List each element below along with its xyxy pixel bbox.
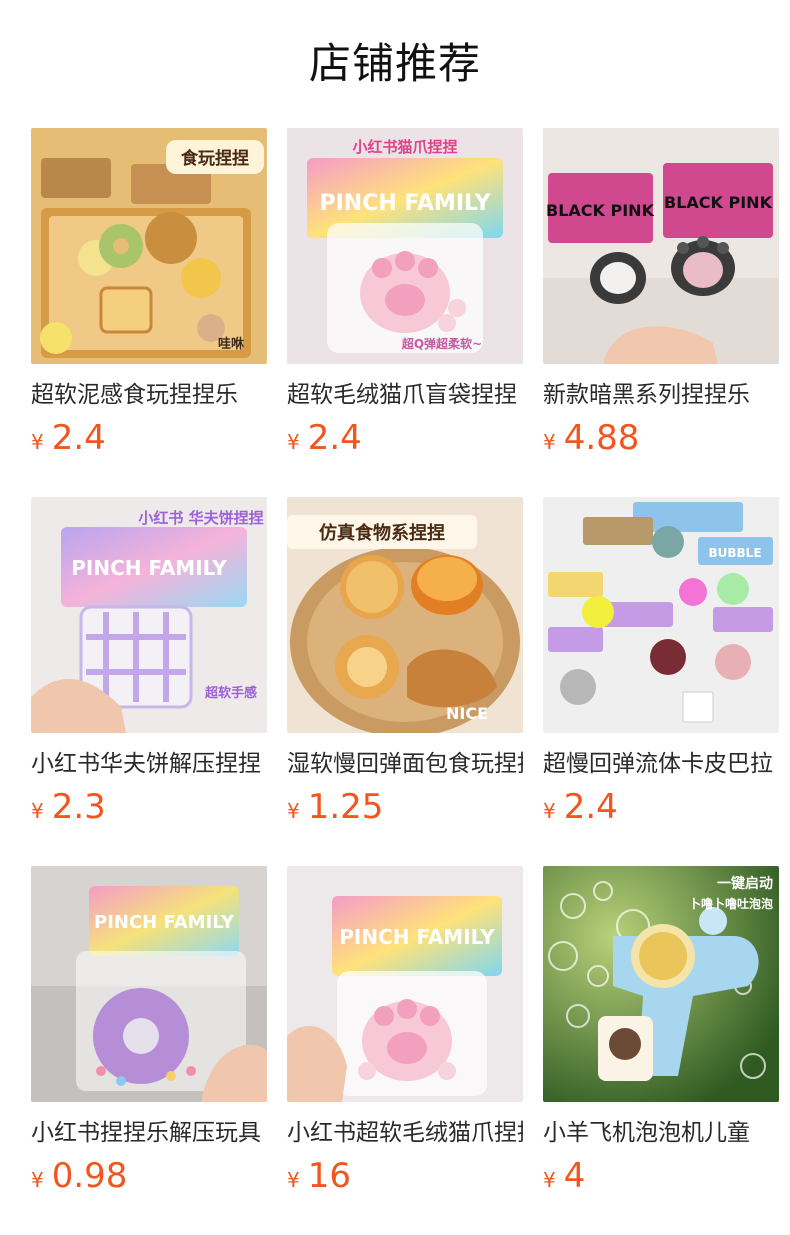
price-amount: 0.98 <box>51 1156 128 1196</box>
product-card[interactable]: PINCH FAMILY 小红书捏捏乐解压玩具 ¥0.98 <box>31 866 267 1235</box>
price-amount: 16 <box>307 1156 351 1196</box>
product-name[interactable]: 小红书捏捏乐解压玩具 <box>31 1118 267 1148</box>
currency-symbol: ¥ <box>543 799 556 823</box>
price-amount: 2.3 <box>51 787 106 827</box>
currency-symbol: ¥ <box>287 799 300 823</box>
price-amount: 2.4 <box>307 418 362 458</box>
product-price: ¥16 <box>287 1156 523 1196</box>
image-tag2-text: 卜噜卜噜吐泡泡 <box>689 896 773 911</box>
image-corner-text: 哇咻 <box>218 336 244 352</box>
product-image[interactable]: BUBBLE <box>543 497 779 733</box>
price-amount: 2.4 <box>51 418 106 458</box>
pack-brand-text: BUBBLE <box>708 546 761 560</box>
currency-symbol: ¥ <box>543 430 556 454</box>
product-name[interactable]: 超软毛绒猫爪盲袋捏捏 <box>287 380 523 410</box>
product-price: ¥4.88 <box>543 418 779 458</box>
product-image[interactable]: 一键启动 卜噜卜噜吐泡泡 <box>543 866 779 1102</box>
image-tag-text: 小红书 华夫饼捏捏 <box>138 509 263 527</box>
currency-symbol: ¥ <box>31 1168 44 1192</box>
product-price: ¥2.4 <box>543 787 779 827</box>
product-name[interactable]: 超软泥感食玩捏捏乐 <box>31 380 267 410</box>
image-bottom-text: 超软手感 <box>205 685 257 701</box>
product-image[interactable]: BLACK PINK BLACK PINK <box>543 128 779 364</box>
product-grid: 食玩捏捏 哇咻 超软泥感食玩捏捏乐 ¥2.4 PINCH FAMILY 小红书猫… <box>31 128 779 1235</box>
product-image[interactable]: PINCH FAMILY <box>287 866 523 1102</box>
product-name[interactable]: 小红书超软毛绒猫爪捏捏 <box>287 1118 523 1148</box>
product-name[interactable]: 湿软慢回弹面包食玩捏捏 <box>287 749 523 779</box>
product-card[interactable]: BLACK PINK BLACK PINK 新款暗黑系列捏捏乐 ¥4.88 <box>543 128 779 497</box>
product-image[interactable]: PINCH FAMILY 小红书猫爪捏捏 超Q弹超柔软~ <box>287 128 523 364</box>
price-amount: 4.88 <box>563 418 640 458</box>
product-price: ¥4 <box>543 1156 779 1196</box>
pack-brand-text: PINCH FAMILY <box>319 191 491 216</box>
image-tag-text: 食玩捏捏 <box>181 148 249 169</box>
product-image[interactable]: PINCH FAMILY 小红书 华夫饼捏捏 超软手感 <box>31 497 267 733</box>
product-name[interactable]: 超慢回弹流体卡皮巴拉 <box>543 749 779 779</box>
product-name[interactable]: 新款暗黑系列捏捏乐 <box>543 380 779 410</box>
currency-symbol: ¥ <box>543 1168 556 1192</box>
price-amount: 4 <box>563 1156 586 1196</box>
page-title: 店铺推荐 <box>308 39 481 88</box>
pack-brand-text: PINCH FAMILY <box>94 912 235 933</box>
product-image[interactable]: 仿真食物系捏捏 NICE <box>287 497 523 733</box>
product-price: ¥1.25 <box>287 787 523 827</box>
product-image[interactable]: PINCH FAMILY <box>31 866 267 1102</box>
image-tag-text: 小红书猫爪捏捏 <box>352 138 457 156</box>
product-card[interactable]: PINCH FAMILY 小红书 华夫饼捏捏 超软手感 小红书华夫饼解压捏捏 ¥… <box>31 497 267 866</box>
product-price: ¥0.98 <box>31 1156 267 1196</box>
image-bottom-text: 超Q弹超柔软~ <box>401 336 482 351</box>
product-card[interactable]: 一键启动 卜噜卜噜吐泡泡 小羊飞机泡泡机儿童 ¥4 <box>543 866 779 1235</box>
image-tag-text: 仿真食物系捏捏 <box>319 522 445 544</box>
pack-brand-text: PINCH FAMILY <box>71 556 227 580</box>
pack-brand-text: BLACK PINK <box>546 201 655 220</box>
product-card[interactable]: 仿真食物系捏捏 NICE 湿软慢回弹面包食玩捏捏 ¥1.25 <box>287 497 523 866</box>
currency-symbol: ¥ <box>287 430 300 454</box>
product-card[interactable]: BUBBLE 超慢回弹流体卡皮巴拉 ¥2.4 <box>543 497 779 866</box>
product-name[interactable]: 小红书华夫饼解压捏捏 <box>31 749 267 779</box>
image-tag-text: 一键启动 <box>717 875 773 892</box>
price-amount: 2.4 <box>563 787 618 827</box>
product-card[interactable]: 食玩捏捏 哇咻 超软泥感食玩捏捏乐 ¥2.4 <box>31 128 267 497</box>
currency-symbol: ¥ <box>287 1168 300 1192</box>
pack-brand-text: PINCH FAMILY <box>339 925 495 949</box>
product-card[interactable]: PINCH FAMILY 小红书超软毛绒猫爪捏捏 ¥16 <box>287 866 523 1235</box>
image-bottom-text: NICE <box>446 704 488 723</box>
pack-brand-text-2: BLACK PINK <box>664 193 773 212</box>
price-amount: 1.25 <box>307 787 384 827</box>
currency-symbol: ¥ <box>31 430 44 454</box>
product-card[interactable]: PINCH FAMILY 小红书猫爪捏捏 超Q弹超柔软~ 超软毛绒猫爪盲袋捏捏 … <box>287 128 523 497</box>
product-price: ¥2.3 <box>31 787 267 827</box>
currency-symbol: ¥ <box>31 799 44 823</box>
product-name[interactable]: 小羊飞机泡泡机儿童 <box>543 1118 779 1148</box>
product-price: ¥2.4 <box>31 418 267 458</box>
product-image[interactable]: 食玩捏捏 哇咻 <box>31 128 267 364</box>
product-price: ¥2.4 <box>287 418 523 458</box>
